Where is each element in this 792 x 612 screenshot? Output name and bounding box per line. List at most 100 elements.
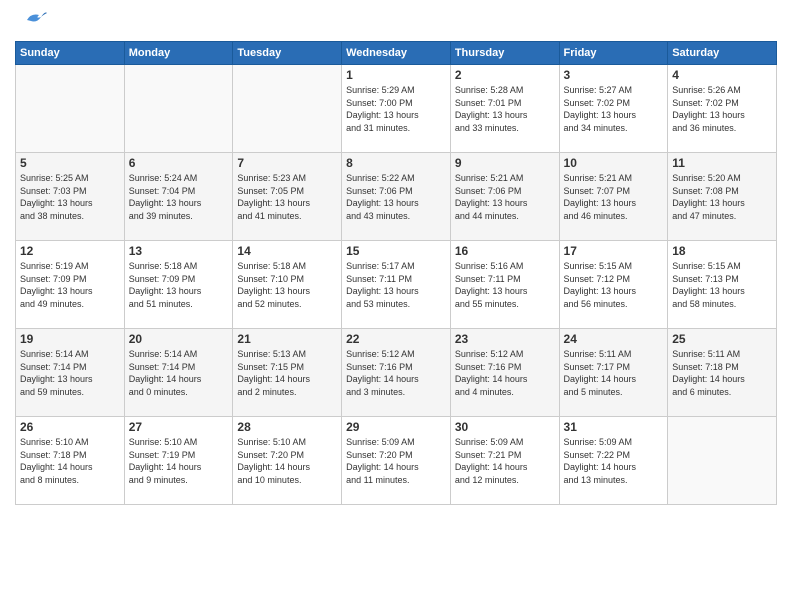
table-row: 24 Sunrise: 5:11 AM Sunset: 7:17 PM Dayli… — [559, 329, 668, 417]
logo-bird-icon — [19, 5, 49, 35]
day-number: 3 — [564, 68, 664, 82]
table-row: 21 Sunrise: 5:13 AM Sunset: 7:15 PM Dayli… — [233, 329, 342, 417]
day-info: Sunrise: 5:21 AM Sunset: 7:06 PM Dayligh… — [455, 172, 555, 222]
table-row: 12 Sunrise: 5:19 AM Sunset: 7:09 PM Dayli… — [16, 241, 125, 329]
day-info: Sunrise: 5:29 AM Sunset: 7:00 PM Dayligh… — [346, 84, 446, 134]
day-number: 8 — [346, 156, 446, 170]
calendar-week-row: 1 Sunrise: 5:29 AM Sunset: 7:00 PM Daylig… — [16, 65, 777, 153]
table-row: 14 Sunrise: 5:18 AM Sunset: 7:10 PM Dayli… — [233, 241, 342, 329]
calendar-table: Sunday Monday Tuesday Wednesday Thursday… — [15, 41, 777, 505]
calendar-week-row: 12 Sunrise: 5:19 AM Sunset: 7:09 PM Dayli… — [16, 241, 777, 329]
calendar-week-row: 5 Sunrise: 5:25 AM Sunset: 7:03 PM Daylig… — [16, 153, 777, 241]
table-row: 22Sunrise: 5:12 AM Sunset: 7:16 PM Dayli… — [342, 329, 451, 417]
table-row: 4 Sunrise: 5:26 AM Sunset: 7:02 PM Daylig… — [668, 65, 777, 153]
table-row: 6 Sunrise: 5:24 AM Sunset: 7:04 PM Daylig… — [124, 153, 233, 241]
day-number: 28 — [237, 420, 337, 434]
day-info: Sunrise: 5:09 AM Sunset: 7:21 PM Dayligh… — [455, 436, 555, 486]
table-row: 30 Sunrise: 5:09 AM Sunset: 7:21 PM Dayli… — [450, 417, 559, 505]
day-info: Sunrise: 5:25 AM Sunset: 7:03 PM Dayligh… — [20, 172, 120, 222]
table-row — [233, 65, 342, 153]
table-row: 28Sunrise: 5:10 AM Sunset: 7:20 PM Dayli… — [233, 417, 342, 505]
day-number: 23 — [455, 332, 555, 346]
day-number: 24 — [564, 332, 664, 346]
logo — [15, 10, 49, 35]
day-number: 27 — [129, 420, 229, 434]
day-info: Sunrise: 5:18 AM Sunset: 7:09 PM Dayligh… — [129, 260, 229, 310]
table-row: 11 Sunrise: 5:20 AM Sunset: 7:08 PM Dayli… — [668, 153, 777, 241]
table-row: 17 Sunrise: 5:15 AM Sunset: 7:12 PM Dayli… — [559, 241, 668, 329]
day-number: 6 — [129, 156, 229, 170]
calendar-header-row: Sunday Monday Tuesday Wednesday Thursday… — [16, 42, 777, 65]
day-info: Sunrise: 5:14 AM Sunset: 7:14 PM Dayligh… — [20, 348, 120, 398]
table-row: 26Sunrise: 5:10 AM Sunset: 7:18 PM Dayli… — [16, 417, 125, 505]
day-number: 9 — [455, 156, 555, 170]
table-row: 15 Sunrise: 5:17 AM Sunset: 7:11 PM Dayli… — [342, 241, 451, 329]
day-number: 4 — [672, 68, 772, 82]
day-info: Sunrise: 5:13 AM Sunset: 7:15 PM Dayligh… — [237, 348, 337, 398]
table-row: 2 Sunrise: 5:28 AM Sunset: 7:01 PM Daylig… — [450, 65, 559, 153]
day-info: Sunrise: 5:09 AM Sunset: 7:20 PM Dayligh… — [346, 436, 446, 486]
table-row — [16, 65, 125, 153]
day-info: Sunrise: 5:11 AM Sunset: 7:18 PM Dayligh… — [672, 348, 772, 398]
day-info: Sunrise: 5:16 AM Sunset: 7:11 PM Dayligh… — [455, 260, 555, 310]
day-number: 11 — [672, 156, 772, 170]
table-row — [668, 417, 777, 505]
table-row: 29Sunrise: 5:09 AM Sunset: 7:20 PM Dayli… — [342, 417, 451, 505]
day-info: Sunrise: 5:20 AM Sunset: 7:08 PM Dayligh… — [672, 172, 772, 222]
day-info: Sunrise: 5:22 AM Sunset: 7:06 PM Dayligh… — [346, 172, 446, 222]
day-info: Sunrise: 5:12 AM Sunset: 7:16 PM Dayligh… — [346, 348, 446, 398]
day-number: 25 — [672, 332, 772, 346]
table-row: 9 Sunrise: 5:21 AM Sunset: 7:06 PM Daylig… — [450, 153, 559, 241]
day-info: Sunrise: 5:27 AM Sunset: 7:02 PM Dayligh… — [564, 84, 664, 134]
day-number: 5 — [20, 156, 120, 170]
table-row: 25 Sunrise: 5:11 AM Sunset: 7:18 PM Dayli… — [668, 329, 777, 417]
day-number: 20 — [129, 332, 229, 346]
day-info: Sunrise: 5:11 AM Sunset: 7:17 PM Dayligh… — [564, 348, 664, 398]
day-number: 14 — [237, 244, 337, 258]
day-number: 16 — [455, 244, 555, 258]
table-row: 23 Sunrise: 5:12 AM Sunset: 7:16 PM Dayli… — [450, 329, 559, 417]
col-sunday: Sunday — [16, 42, 125, 65]
day-number: 19 — [20, 332, 120, 346]
day-info: Sunrise: 5:10 AM Sunset: 7:18 PM Dayligh… — [20, 436, 120, 486]
table-row: 27Sunrise: 5:10 AM Sunset: 7:19 PM Dayli… — [124, 417, 233, 505]
day-info: Sunrise: 5:23 AM Sunset: 7:05 PM Dayligh… — [237, 172, 337, 222]
day-info: Sunrise: 5:15 AM Sunset: 7:13 PM Dayligh… — [672, 260, 772, 310]
table-row: 1 Sunrise: 5:29 AM Sunset: 7:00 PM Daylig… — [342, 65, 451, 153]
day-number: 10 — [564, 156, 664, 170]
col-tuesday: Tuesday — [233, 42, 342, 65]
table-row: 3 Sunrise: 5:27 AM Sunset: 7:02 PM Daylig… — [559, 65, 668, 153]
calendar-week-row: 26Sunrise: 5:10 AM Sunset: 7:18 PM Dayli… — [16, 417, 777, 505]
table-row: 13 Sunrise: 5:18 AM Sunset: 7:09 PM Dayli… — [124, 241, 233, 329]
col-monday: Monday — [124, 42, 233, 65]
day-info: Sunrise: 5:28 AM Sunset: 7:01 PM Dayligh… — [455, 84, 555, 134]
day-info: Sunrise: 5:09 AM Sunset: 7:22 PM Dayligh… — [564, 436, 664, 486]
day-info: Sunrise: 5:26 AM Sunset: 7:02 PM Dayligh… — [672, 84, 772, 134]
day-info: Sunrise: 5:21 AM Sunset: 7:07 PM Dayligh… — [564, 172, 664, 222]
day-info: Sunrise: 5:14 AM Sunset: 7:14 PM Dayligh… — [129, 348, 229, 398]
day-number: 1 — [346, 68, 446, 82]
day-info: Sunrise: 5:12 AM Sunset: 7:16 PM Dayligh… — [455, 348, 555, 398]
header — [15, 10, 777, 35]
day-info: Sunrise: 5:17 AM Sunset: 7:11 PM Dayligh… — [346, 260, 446, 310]
day-number: 21 — [237, 332, 337, 346]
day-number: 31 — [564, 420, 664, 434]
day-info: Sunrise: 5:18 AM Sunset: 7:10 PM Dayligh… — [237, 260, 337, 310]
day-number: 12 — [20, 244, 120, 258]
table-row: 5 Sunrise: 5:25 AM Sunset: 7:03 PM Daylig… — [16, 153, 125, 241]
table-row: 19 Sunrise: 5:14 AM Sunset: 7:14 PM Dayli… — [16, 329, 125, 417]
table-row: 18Sunrise: 5:15 AM Sunset: 7:13 PM Dayli… — [668, 241, 777, 329]
calendar-page: Sunday Monday Tuesday Wednesday Thursday… — [0, 0, 792, 612]
table-row — [124, 65, 233, 153]
day-number: 15 — [346, 244, 446, 258]
day-info: Sunrise: 5:15 AM Sunset: 7:12 PM Dayligh… — [564, 260, 664, 310]
day-info: Sunrise: 5:19 AM Sunset: 7:09 PM Dayligh… — [20, 260, 120, 310]
table-row: 20 Sunrise: 5:14 AM Sunset: 7:14 PM Dayli… — [124, 329, 233, 417]
day-number: 17 — [564, 244, 664, 258]
table-row: 7Sunrise: 5:23 AM Sunset: 7:05 PM Daylig… — [233, 153, 342, 241]
day-number: 13 — [129, 244, 229, 258]
day-number: 30 — [455, 420, 555, 434]
day-number: 2 — [455, 68, 555, 82]
col-wednesday: Wednesday — [342, 42, 451, 65]
day-info: Sunrise: 5:24 AM Sunset: 7:04 PM Dayligh… — [129, 172, 229, 222]
